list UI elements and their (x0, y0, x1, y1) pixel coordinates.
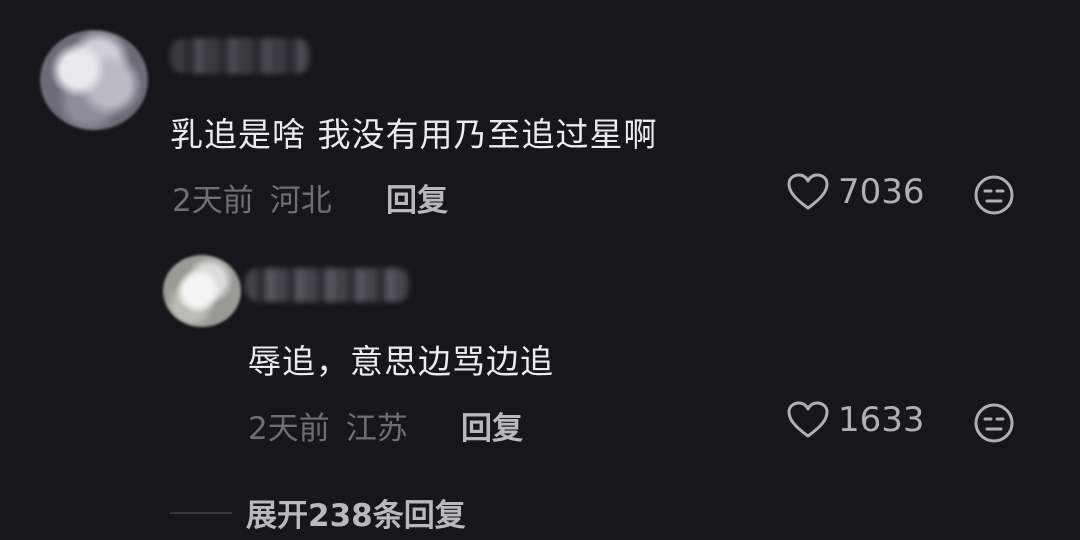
heart-outline-icon (786, 400, 830, 440)
reply-region: 江苏 (345, 411, 408, 447)
comment-meta: 2天前 河北 (172, 175, 332, 220)
reply-text: 辱追，意思边骂边追 (248, 342, 554, 381)
expand-replies-label: 展开238条回复 (246, 498, 466, 534)
reply-reply-button[interactable]: 回复 (461, 403, 523, 448)
avatar[interactable] (40, 30, 148, 130)
reply-button[interactable]: 回复 (386, 175, 448, 220)
reply-meta: 2天前 江苏 (248, 403, 408, 448)
reply-like-count: 1633 (838, 400, 925, 440)
reply-avatar[interactable] (163, 255, 241, 327)
expand-replies-button[interactable]: 展开238条回复 (170, 490, 466, 535)
comment-text: 乳追是啥 我没有用乃至追过星啊 (170, 115, 658, 154)
comment-region: 河北 (269, 183, 332, 219)
reply-like-button[interactable]: 1633 (786, 400, 925, 440)
like-button[interactable]: 7036 (786, 172, 925, 212)
comment-time: 2天前 (172, 183, 254, 219)
comment-thread: 乳追是啥 我没有用乃至追过星啊 2天前 河北 回复 7036 辱追，意思边骂边追 … (0, 0, 1080, 540)
username-blurred[interactable] (170, 38, 310, 74)
like-count: 7036 (838, 172, 925, 212)
heart-outline-icon (786, 172, 830, 212)
reply-username-blurred[interactable] (245, 268, 410, 302)
neutral-face-icon[interactable] (973, 174, 1015, 216)
divider (170, 511, 232, 514)
neutral-face-icon[interactable] (973, 402, 1015, 444)
reply-time: 2天前 (248, 411, 330, 447)
